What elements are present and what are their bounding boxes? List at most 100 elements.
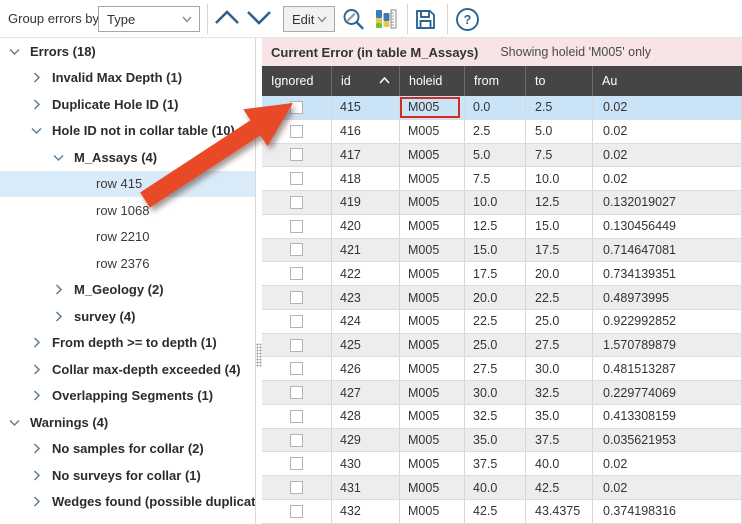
ignore-checkbox[interactable] [290,172,303,185]
column-header-au[interactable]: Au [593,66,742,96]
cell-to: 20.0 [526,262,593,285]
current-error-panel: Current Error (in table M_Assays) Showin… [262,38,742,524]
tree-chevron-icon[interactable] [30,124,43,137]
table-row[interactable]: 421 M005 15.0 17.5 0.714647081 [262,239,742,263]
ignore-checkbox[interactable] [290,101,303,114]
panel-splitter[interactable] [255,38,262,524]
table-row[interactable]: 418 M005 7.5 10.0 0.02 [262,167,742,191]
search-edit-button[interactable] [341,7,366,32]
edit-dropdown-button[interactable]: Edit [283,6,335,32]
table-row[interactable]: 420 M005 12.5 15.0 0.130456449 [262,215,742,239]
ignore-checkbox[interactable] [290,125,303,138]
column-header-ignored[interactable]: Ignored [262,66,332,96]
tree-chevron-icon[interactable] [52,310,65,323]
tree-chevron-icon[interactable] [30,71,43,84]
group-by-dropdown[interactable]: Type [98,6,200,32]
tree-item[interactable]: row 2376 [0,250,255,277]
table-row[interactable]: 428 M005 32.5 35.0 0.413308159 [262,405,742,429]
tree-item[interactable]: No surveys for collar (1) [0,462,255,489]
table-row[interactable]: 426 M005 27.5 30.0 0.481513287 [262,357,742,381]
cell-au: 0.481513287 [593,357,742,380]
column-header-from[interactable]: from [465,66,526,96]
tree-chevron-icon[interactable] [30,98,43,111]
ignore-checkbox[interactable] [290,196,303,209]
tree-chevron-icon[interactable] [8,416,21,429]
table-row[interactable]: 424 M005 22.5 25.0 0.922992852 [262,310,742,334]
tree-chevron-icon[interactable] [30,442,43,455]
ignore-checkbox[interactable] [290,243,303,256]
cell-au: 0.922992852 [593,310,742,333]
ignore-checkbox[interactable] [290,386,303,399]
tree-item[interactable]: Warnings (4) [0,409,255,436]
table-row[interactable]: 415 M005 0.0 2.5 0.02 [262,96,742,120]
ignore-checkbox[interactable] [290,505,303,518]
cell-from: 25.0 [465,334,526,357]
cell-holeid: M005 [400,144,465,167]
ignore-checkbox[interactable] [290,481,303,494]
toolbar-divider [207,4,208,34]
tree-chevron-icon[interactable] [30,336,43,349]
table-row[interactable]: 422 M005 17.5 20.0 0.734139351 [262,262,742,286]
cell-holeid: M005 [400,405,465,428]
help-button[interactable]: ? [455,7,480,32]
ignore-checkbox[interactable] [290,220,303,233]
tree-chevron-icon[interactable] [30,389,43,402]
column-header-to[interactable]: to [526,66,593,96]
tree-item[interactable]: M_Assays (4) [0,144,255,171]
table-row[interactable]: 427 M005 30.0 32.5 0.229774069 [262,381,742,405]
tree-item[interactable]: M_Geology (2) [0,277,255,304]
cell-au: 0.02 [593,144,742,167]
tree-item[interactable]: Invalid Max Depth (1) [0,65,255,92]
tree-chevron-icon[interactable] [8,45,21,58]
next-error-button[interactable] [245,10,273,27]
ignore-checkbox[interactable] [290,362,303,375]
cell-to: 10.0 [526,167,593,190]
cell-id: 429 [332,429,400,452]
tree-item[interactable]: Wedges found (possible duplicate ... [0,489,255,516]
previous-error-button[interactable] [213,10,241,27]
ignore-checkbox[interactable] [290,148,303,161]
tree-chevron-icon[interactable] [52,151,65,164]
table-row[interactable]: 432 M005 42.5 43.4375 0.374198316 [262,500,742,524]
tree-chevron-icon[interactable] [30,469,43,482]
ignore-checkbox[interactable] [290,339,303,352]
ignore-checkbox[interactable] [290,315,303,328]
tree-chevron-icon[interactable] [52,283,65,296]
tree-item[interactable]: Errors (18) [0,38,255,65]
tree-item[interactable]: Hole ID not in collar table (10) [0,118,255,145]
table-row[interactable]: 423 M005 20.0 22.5 0.48973995 [262,286,742,310]
table-row[interactable]: 429 M005 35.0 37.5 0.035621953 [262,429,742,453]
tree-chevron-icon[interactable] [30,495,43,508]
column-header-id[interactable]: id [332,66,400,96]
tree-item[interactable]: survey (4) [0,303,255,330]
column-header-holeid[interactable]: holeid [400,66,465,96]
ignore-checkbox[interactable] [290,434,303,447]
tree-item[interactable]: Overlapping Segments (1) [0,383,255,410]
table-columns-button[interactable] [373,7,398,32]
ignore-checkbox[interactable] [290,291,303,304]
tree-item[interactable]: row 2210 [0,224,255,251]
save-button[interactable] [413,7,438,32]
table-row[interactable]: 431 M005 40.0 42.5 0.02 [262,476,742,500]
table-row[interactable]: 417 M005 5.0 7.5 0.02 [262,144,742,168]
error-table-body: 415 M005 0.0 2.5 0.02 416 M005 2.5 5.0 0… [262,96,742,524]
tree-item[interactable]: Duplicate Hole ID (1) [0,91,255,118]
table-row[interactable]: 419 M005 10.0 12.5 0.132019027 [262,191,742,215]
cell-ignored [262,310,332,333]
tree-item[interactable]: No samples for collar (2) [0,436,255,463]
tree-chevron-icon[interactable] [30,363,43,376]
table-row[interactable]: 425 M005 25.0 27.5 1.570789879 [262,334,742,358]
cell-to: 32.5 [526,381,593,404]
filter-status-text: Showing holeid 'M005' only [500,45,651,59]
cell-au: 0.02 [593,476,742,499]
tree-item[interactable]: From depth >= to depth (1) [0,330,255,357]
tree-item[interactable]: row 1068 [0,197,255,224]
tree-item[interactable]: Collar max-depth exceeded (4) [0,356,255,383]
table-row[interactable]: 430 M005 37.5 40.0 0.02 [262,452,742,476]
tree-item[interactable]: row 415 [0,171,255,198]
ignore-checkbox[interactable] [290,410,303,423]
ignore-checkbox[interactable] [290,457,303,470]
tree-item-label: M_Geology (2) [74,282,164,297]
table-row[interactable]: 416 M005 2.5 5.0 0.02 [262,120,742,144]
ignore-checkbox[interactable] [290,267,303,280]
